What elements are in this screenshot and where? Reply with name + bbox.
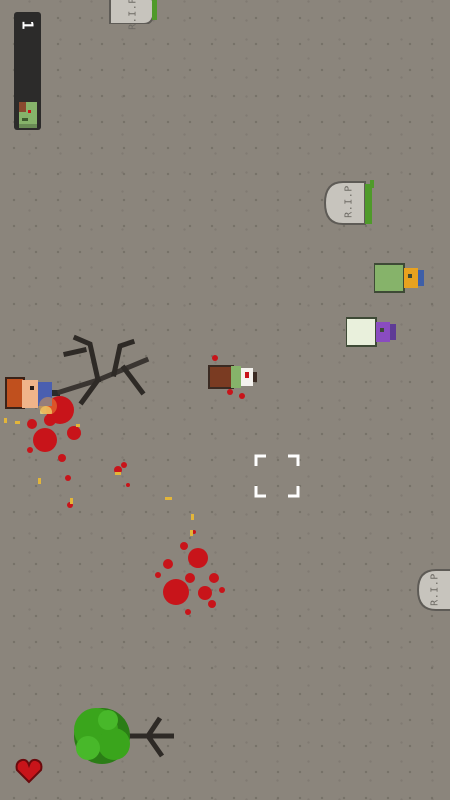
zombie-enemy bbox=[373, 262, 426, 294]
tombstone-label: R.I.P bbox=[429, 573, 441, 606]
crosshair-icon[interactable] bbox=[254, 454, 300, 498]
zombie-enemy-wounded bbox=[207, 362, 259, 392]
tombstone-label: R.I.P bbox=[343, 185, 355, 218]
heart-icon bbox=[15, 758, 43, 784]
tombstone-label: R.I.P bbox=[127, 0, 139, 30]
green-tree bbox=[70, 700, 178, 774]
tombstone: R.I.P bbox=[416, 568, 450, 612]
zombie-head-icon bbox=[16, 100, 40, 128]
kill-count: 1 bbox=[18, 20, 37, 30]
dead-tree bbox=[54, 332, 150, 408]
tombstone: R.I.P bbox=[108, 0, 158, 30]
zombie-enemy bbox=[345, 316, 398, 348]
tombstone: R.I.P bbox=[323, 180, 375, 226]
